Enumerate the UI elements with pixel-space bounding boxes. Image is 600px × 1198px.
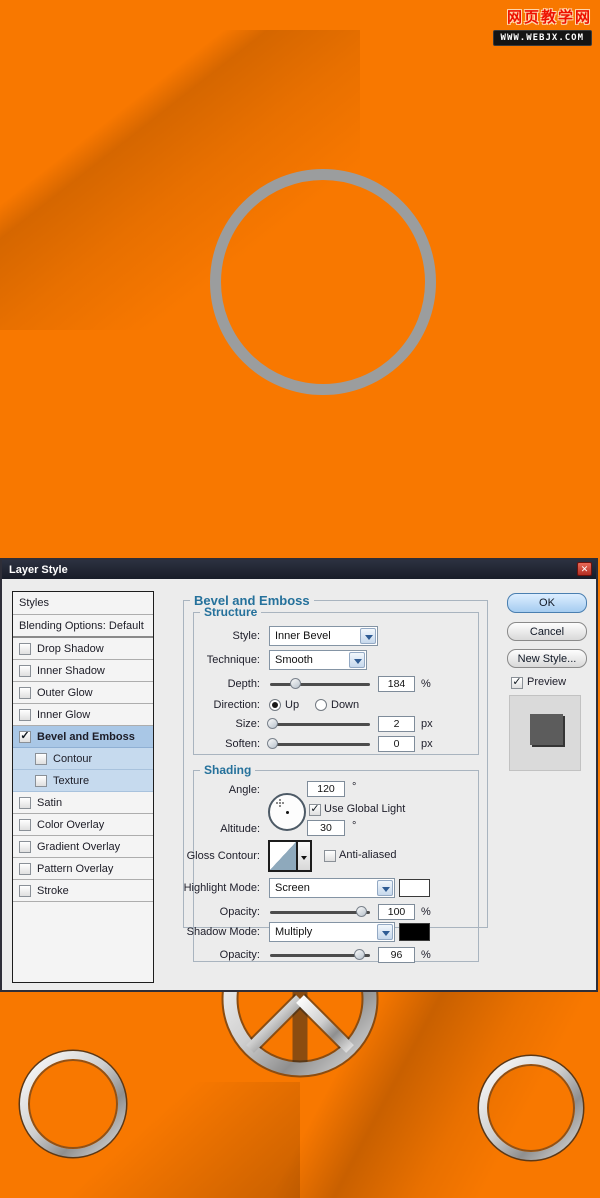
dialog-titlebar[interactable]: Layer Style ✕ xyxy=(2,560,596,579)
checkbox-icon[interactable] xyxy=(19,818,31,831)
sidebar-item-inner-shadow[interactable]: Inner Shadow xyxy=(13,660,153,682)
size-input[interactable]: 2 xyxy=(378,716,415,732)
sidebar-item-gradient-overlay[interactable]: Gradient Overlay xyxy=(13,836,153,858)
sidebar-item-contour[interactable]: Contour xyxy=(13,748,153,770)
sidebar-item-drop-shadow[interactable]: Drop Shadow xyxy=(13,638,153,660)
shadow-opacity-input[interactable]: 96 xyxy=(378,947,415,963)
canvas-bottom xyxy=(0,992,600,1198)
chevron-down-icon[interactable] xyxy=(377,880,393,896)
gloss-contour-dropdown-icon[interactable] xyxy=(298,840,312,872)
checkbox-icon[interactable] xyxy=(19,862,31,875)
new-style-button[interactable]: New Style... xyxy=(507,649,587,668)
checkbox-icon[interactable] xyxy=(35,774,47,787)
sidebar-item-inner-glow[interactable]: Inner Glow xyxy=(13,704,153,726)
preview-thumbnail xyxy=(509,695,581,771)
sidebar-item-texture[interactable]: Texture xyxy=(13,770,153,792)
close-icon[interactable]: ✕ xyxy=(577,562,592,576)
size-label: Size: xyxy=(235,718,260,730)
soften-input[interactable]: 0 xyxy=(378,736,415,752)
layer-style-dialog: Layer Style ✕ Styles Blending Options: D… xyxy=(0,558,598,992)
gloss-contour-thumbnail[interactable] xyxy=(268,840,298,872)
checkbox-icon[interactable]: ✓ xyxy=(19,730,31,743)
watermark: 网页教学网 WWW.WEBJX.COM xyxy=(492,6,592,46)
chevron-down-icon[interactable] xyxy=(360,628,376,644)
sidebar-item-pattern-overlay[interactable]: Pattern Overlay xyxy=(13,858,153,880)
use-global-light-checkbox[interactable]: ✓ xyxy=(309,804,321,816)
altitude-input[interactable]: 30 xyxy=(307,820,345,836)
sidebar-item-bevel-and-emboss[interactable]: ✓ Bevel and Emboss xyxy=(13,726,153,748)
soften-slider-handle[interactable] xyxy=(267,738,278,749)
angle-input[interactable]: 120 xyxy=(307,781,345,797)
sidebar-item-blending-options[interactable]: Blending Options: Default xyxy=(13,615,153,638)
checkbox-icon[interactable] xyxy=(35,752,47,765)
style-list: Styles Blending Options: Default Drop Sh… xyxy=(12,591,154,983)
chevron-down-icon[interactable] xyxy=(377,924,393,940)
checkbox-icon[interactable] xyxy=(19,796,31,809)
cancel-button[interactable]: Cancel xyxy=(507,622,587,641)
dial-angle-marker[interactable] xyxy=(279,802,281,804)
bottom-right-ring xyxy=(477,1054,585,1162)
checkbox-icon[interactable] xyxy=(19,664,31,677)
sidebar-item-outer-glow[interactable]: Outer Glow xyxy=(13,682,153,704)
technique-label: Technique: xyxy=(206,654,260,666)
sidebar-item-satin[interactable]: Satin xyxy=(13,792,153,814)
use-global-light-label: Use Global Light xyxy=(324,803,406,815)
anti-aliased-checkbox[interactable] xyxy=(324,850,336,862)
soften-slider[interactable] xyxy=(267,738,370,749)
altitude-label: Altitude: xyxy=(220,823,260,835)
checkbox-icon[interactable] xyxy=(19,840,31,853)
direction-label: Direction: xyxy=(213,699,260,711)
dialog-title: Layer Style xyxy=(9,563,68,576)
depth-slider-handle[interactable] xyxy=(290,678,301,689)
highlight-mode-label: Highlight Mode: xyxy=(183,882,260,894)
direction-down-radio[interactable] xyxy=(315,699,327,711)
ok-button[interactable]: OK xyxy=(507,593,587,613)
style-label: Style: xyxy=(232,630,260,642)
highlight-opacity-label: Opacity: xyxy=(219,906,260,918)
shadow-opacity-handle[interactable] xyxy=(354,949,365,960)
highlight-opacity-input[interactable]: 100 xyxy=(378,904,415,920)
watermark-site-url: WWW.WEBJX.COM xyxy=(492,30,592,46)
screenshot-root: { "colors": { "canvas_orange": "#f87800"… xyxy=(0,0,600,1198)
shadow-mode-select[interactable]: Multiply xyxy=(269,922,395,942)
highlight-opacity-handle[interactable] xyxy=(356,906,367,917)
shadow-opacity-label: Opacity: xyxy=(219,949,260,961)
depth-input[interactable]: 184 xyxy=(378,676,415,692)
preview-label: Preview xyxy=(527,676,567,688)
highlight-color-swatch[interactable] xyxy=(399,879,430,897)
technique-select[interactable]: Smooth xyxy=(269,650,367,670)
shadow-mode-label: Shadow Mode: xyxy=(186,926,260,938)
shadow-opacity-slider[interactable] xyxy=(270,949,370,960)
sidebar-item-color-overlay[interactable]: Color Overlay xyxy=(13,814,153,836)
checkbox-icon[interactable] xyxy=(19,708,31,721)
shadow-color-swatch[interactable] xyxy=(399,923,430,941)
size-slider[interactable] xyxy=(267,718,370,729)
checkbox-icon[interactable] xyxy=(19,642,31,655)
checkbox-icon[interactable] xyxy=(19,686,31,699)
size-slider-handle[interactable] xyxy=(267,718,278,729)
style-select[interactable]: Inner Bevel xyxy=(269,626,378,646)
anti-aliased-label: Anti-aliased xyxy=(339,849,397,861)
sidebar-item-stroke[interactable]: Stroke xyxy=(13,880,153,902)
direction-up-radio[interactable] xyxy=(269,699,281,711)
angle-dial[interactable] xyxy=(268,793,306,831)
gloss-contour-label: Gloss Contour: xyxy=(186,850,260,862)
watermark-site-name: 网页教学网 xyxy=(506,9,592,26)
sidebar-item-styles[interactable]: Styles xyxy=(13,592,153,615)
angle-label: Angle: xyxy=(228,784,260,796)
preview-thumbnail-square xyxy=(530,714,563,745)
canvas-top xyxy=(0,0,600,560)
chevron-down-icon[interactable] xyxy=(349,652,365,668)
depth-slider[interactable] xyxy=(270,678,370,689)
dial-center-dot xyxy=(286,811,289,814)
highlight-mode-select[interactable]: Screen xyxy=(269,878,395,898)
preview-checkbox[interactable]: ✓ xyxy=(511,677,523,689)
soften-label: Soften: xyxy=(225,738,260,750)
gray-circle-ring xyxy=(210,169,436,395)
depth-label: Depth: xyxy=(227,678,260,690)
checkbox-icon[interactable] xyxy=(19,884,31,897)
highlight-opacity-slider[interactable] xyxy=(270,906,370,917)
